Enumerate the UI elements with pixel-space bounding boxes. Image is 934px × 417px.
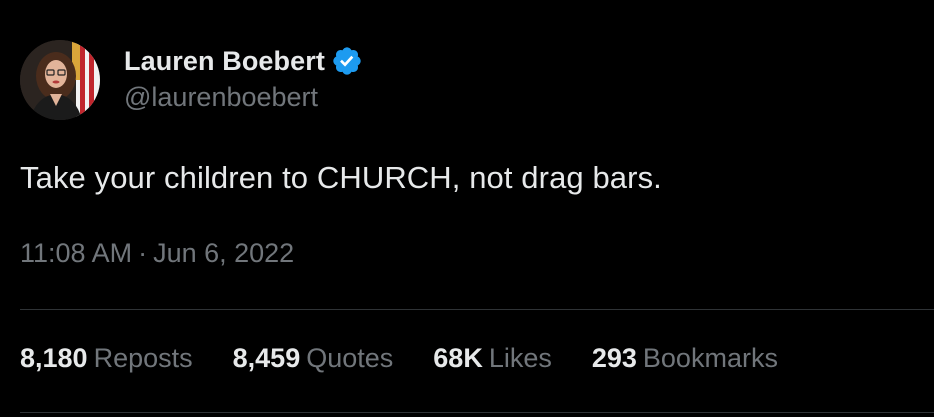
divider bbox=[20, 309, 934, 310]
tweet-card: Lauren Boebert @laurenboebert Take your … bbox=[0, 0, 934, 417]
likes-stat[interactable]: 68K Likes bbox=[433, 343, 552, 374]
quotes-count: 8,459 bbox=[232, 343, 301, 373]
tweet-text: Take your children to CHURCH, not drag b… bbox=[20, 160, 662, 195]
tweet-time: 11:08 AM bbox=[20, 238, 133, 268]
quotes-stat[interactable]: 8,459 Quotes bbox=[233, 343, 394, 374]
display-name[interactable]: Lauren Boebert bbox=[124, 46, 325, 77]
reposts-count: 8,180 bbox=[20, 343, 88, 373]
likes-count: 68K bbox=[433, 343, 483, 373]
engagement-stats: 8,180 Reposts 8,459 Quotes 68K Likes 293 Boo… bbox=[20, 343, 818, 374]
user-handle[interactable]: @laurenboebert bbox=[124, 82, 363, 113]
bookmarks-label: Bookmarks bbox=[642, 343, 778, 373]
bookmarks-count: 293 bbox=[591, 343, 637, 373]
tweet-timestamp[interactable]: 11:08 AM · Jun 6, 2022 bbox=[20, 238, 294, 269]
author-block: Lauren Boebert @laurenboebert bbox=[124, 44, 363, 113]
profile-photo-icon bbox=[20, 40, 100, 120]
likes-label: Likes bbox=[488, 343, 552, 373]
reposts-label: Reposts bbox=[93, 343, 193, 373]
tweet-date: Jun 6, 2022 bbox=[153, 238, 295, 268]
name-row: Lauren Boebert bbox=[124, 44, 363, 78]
verified-badge-icon bbox=[331, 45, 363, 77]
bookmarks-stat[interactable]: 293 Bookmarks bbox=[592, 343, 778, 374]
quotes-label: Quotes bbox=[306, 343, 394, 373]
divider bbox=[20, 412, 934, 413]
avatar[interactable] bbox=[20, 40, 100, 120]
meta-separator: · bbox=[138, 238, 148, 268]
reposts-stat[interactable]: 8,180 Reposts bbox=[20, 343, 193, 374]
